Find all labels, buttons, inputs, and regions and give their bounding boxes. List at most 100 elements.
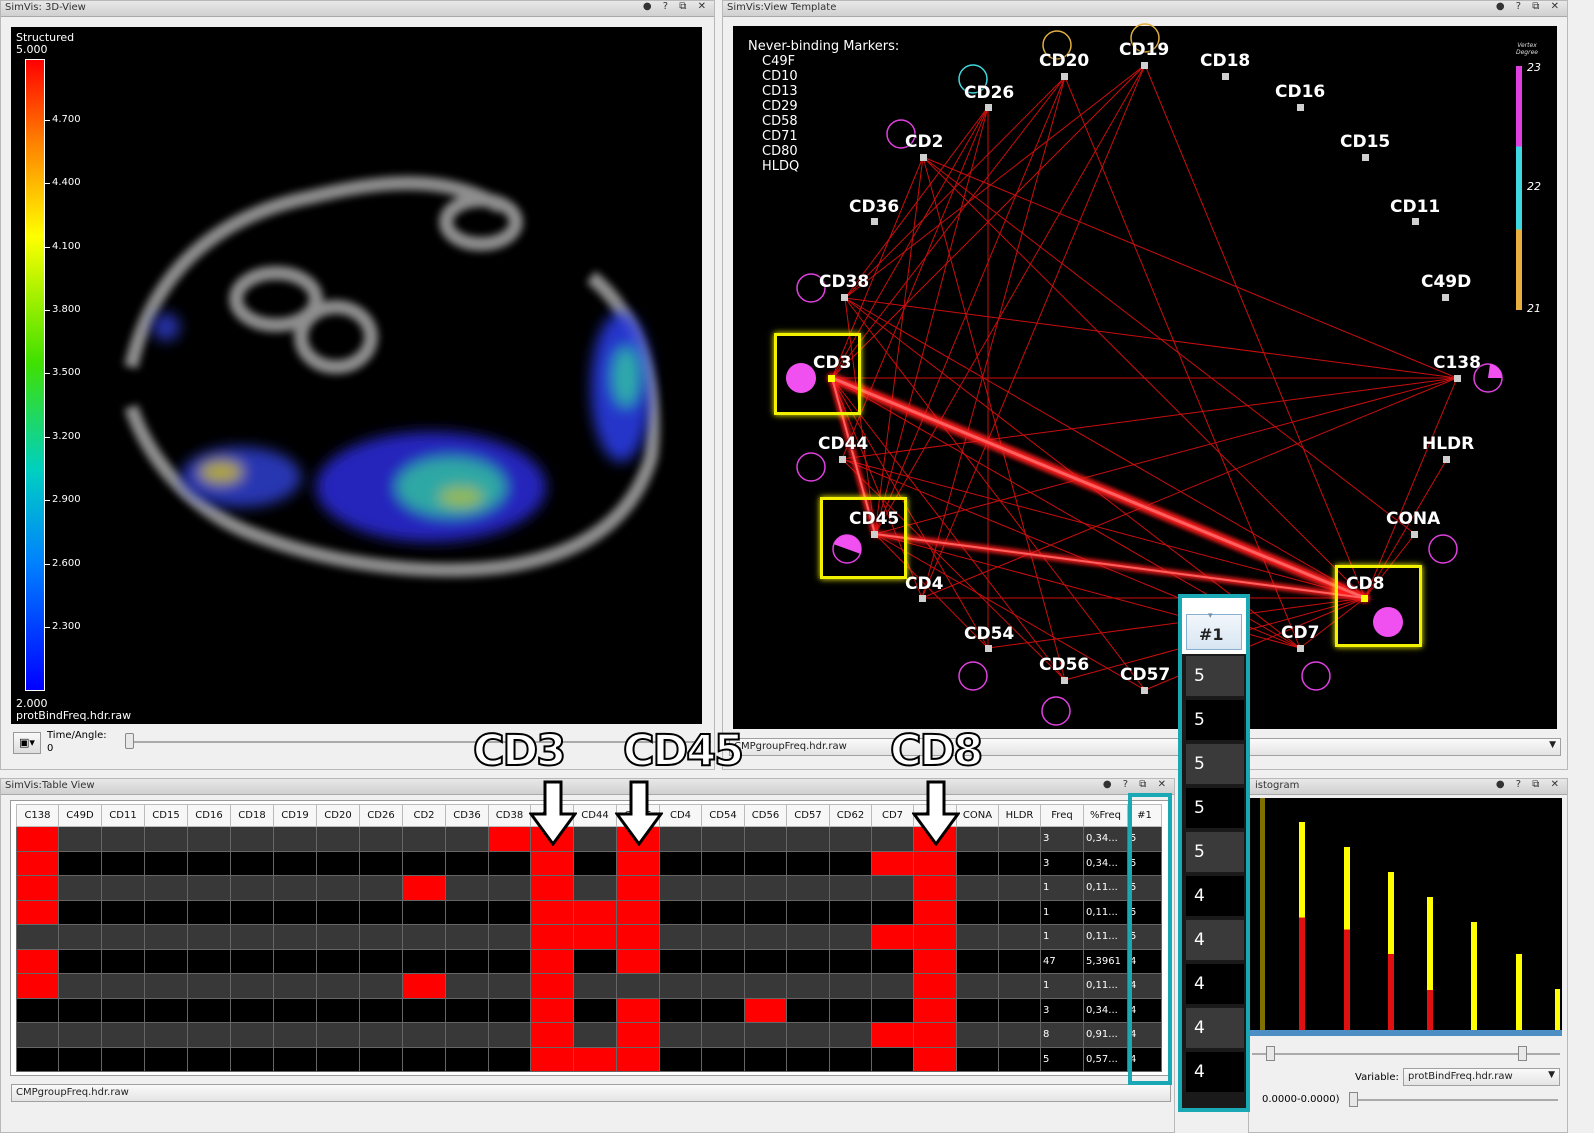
table-header-cell[interactable]: CD16 [187, 804, 231, 827]
table-cell[interactable] [402, 924, 446, 950]
table-value-cell[interactable]: 8 [1040, 1022, 1084, 1048]
range-slider-handle[interactable] [1349, 1092, 1358, 1107]
table-value-cell[interactable]: 0,34... [1083, 850, 1128, 876]
table-cell[interactable] [530, 1046, 574, 1072]
table-cell[interactable] [913, 997, 957, 1023]
table-value-cell[interactable]: 5 [1040, 1046, 1084, 1072]
table-cell[interactable] [316, 924, 360, 950]
table-cell[interactable] [913, 1022, 957, 1048]
table-cell[interactable] [58, 850, 102, 876]
table-cell[interactable] [230, 850, 274, 876]
table-row[interactable]: 1 0,11... 5 [16, 924, 1162, 950]
table-cell[interactable] [744, 997, 787, 1023]
table-cell[interactable] [913, 1046, 957, 1072]
table-header-cell[interactable]: CD62 [829, 804, 872, 827]
table-row[interactable]: 1 0,11... 4 [16, 973, 1162, 999]
table-value-cell[interactable]: 0,11... [1083, 973, 1128, 999]
table-cell[interactable] [273, 924, 317, 950]
table-cell[interactable] [230, 1022, 274, 1048]
table-header-cell[interactable]: CD7 [871, 804, 914, 827]
table-cell[interactable] [316, 899, 360, 925]
table-cell[interactable] [701, 899, 745, 925]
node-cd56[interactable]: CD56 [1039, 655, 1089, 675]
table-cell[interactable] [316, 1022, 360, 1048]
table-cell[interactable] [359, 973, 403, 999]
table-cell[interactable] [829, 973, 872, 999]
table-cell[interactable] [913, 899, 957, 925]
table-cell[interactable] [187, 875, 231, 901]
table-row[interactable]: 1 0,11... 5 [16, 899, 1162, 925]
table-cell[interactable] [998, 1022, 1041, 1048]
table-cell[interactable] [829, 1022, 872, 1048]
table-cell[interactable] [573, 924, 617, 950]
table-cell[interactable] [573, 899, 617, 925]
table-cell[interactable] [402, 899, 446, 925]
table-cell[interactable] [659, 997, 702, 1023]
table-cell[interactable] [829, 1046, 872, 1072]
table-cell[interactable] [530, 1022, 574, 1048]
table-cell[interactable] [16, 997, 59, 1023]
table-cell[interactable] [359, 1046, 403, 1072]
table-header-cell[interactable]: CD26 [359, 804, 403, 827]
table-cell[interactable] [786, 924, 830, 950]
table-cell[interactable] [488, 1046, 531, 1072]
table-cell[interactable] [871, 1022, 914, 1048]
table-cell[interactable] [871, 924, 914, 950]
table-cell[interactable] [16, 826, 59, 852]
table-cell[interactable] [956, 826, 999, 852]
table-cell[interactable] [871, 875, 914, 901]
window-controls[interactable]: ● ? ⧉ ✕ [1103, 779, 1170, 790]
table-cell[interactable] [913, 850, 957, 876]
table-cell[interactable] [273, 948, 317, 974]
table-cell[interactable] [530, 948, 574, 974]
table-cell[interactable] [488, 826, 531, 852]
table-cell[interactable] [445, 973, 489, 999]
table-cell[interactable] [359, 924, 403, 950]
table-cell[interactable] [16, 924, 59, 950]
frequency-table[interactable]: C138 C49D CD11 CD15 CD16 CD18 CD19 CD20 CD26 CD2 C… [16, 804, 1162, 1072]
table-cell[interactable] [744, 850, 787, 876]
table-cell[interactable] [744, 826, 787, 852]
table-cell[interactable] [659, 1022, 702, 1048]
table-cell[interactable] [359, 899, 403, 925]
table-cell[interactable] [230, 924, 274, 950]
table-cell[interactable] [187, 997, 231, 1023]
table-cell[interactable] [998, 899, 1041, 925]
table-value-cell[interactable]: 47 [1040, 948, 1084, 974]
table-cell[interactable] [144, 1046, 188, 1072]
table-cell[interactable] [701, 826, 745, 852]
table-row[interactable]: 3 0,34... 4 [16, 997, 1162, 1023]
table-cell[interactable] [402, 850, 446, 876]
table-header-cell[interactable]: CD57 [786, 804, 830, 827]
table-cell[interactable] [956, 948, 999, 974]
table-cell[interactable] [58, 973, 102, 999]
table-cell[interactable] [101, 826, 145, 852]
table-cell[interactable] [273, 1046, 317, 1072]
table-cell[interactable] [530, 973, 574, 999]
table-cell[interactable] [144, 948, 188, 974]
table-cell[interactable] [573, 826, 617, 852]
table-header-cell[interactable]: CD19 [273, 804, 317, 827]
table-dataset-combo[interactable]: CMPgroupFreq.hdr.raw [11, 1084, 1171, 1102]
histogram-slider-track[interactable] [1252, 1053, 1560, 1055]
table-cell[interactable] [659, 924, 702, 950]
table-cell[interactable] [744, 899, 787, 925]
table-value-cell[interactable]: 0,11... [1083, 924, 1128, 950]
table-cell[interactable] [101, 997, 145, 1023]
table-cell[interactable] [187, 850, 231, 876]
table-cell[interactable] [187, 973, 231, 999]
table-cell[interactable] [871, 850, 914, 876]
table-cell[interactable] [58, 1046, 102, 1072]
table-cell[interactable] [144, 997, 188, 1023]
table-cell[interactable] [786, 1022, 830, 1048]
table-cell[interactable] [230, 826, 274, 852]
table-cell[interactable] [659, 973, 702, 999]
table-cell[interactable] [16, 1046, 59, 1072]
table-cell[interactable] [998, 997, 1041, 1023]
table-cell[interactable] [956, 924, 999, 950]
table-cell[interactable] [998, 973, 1041, 999]
table-cell[interactable] [786, 997, 830, 1023]
table-value-cell[interactable]: 0,11... [1083, 899, 1128, 925]
table-value-cell[interactable]: 1 [1040, 875, 1084, 901]
table-cell[interactable] [187, 1046, 231, 1072]
